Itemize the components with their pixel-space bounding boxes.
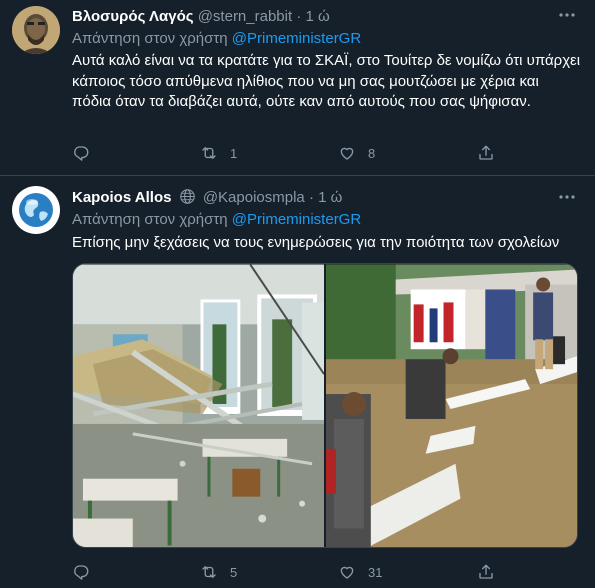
tweet-actions: 1 8 [72, 143, 512, 163]
reply-mention-link[interactable]: @PrimeministerGR [232, 211, 361, 228]
separator-dot: · [296, 8, 302, 25]
reply-icon [74, 146, 89, 161]
like-count: 31 [368, 564, 383, 580]
like-icon [340, 147, 354, 160]
globe-icon [12, 186, 60, 234]
tweet-text: Αυτά καλό είναι να τα κρατάτε για το ΣΚΑ… [72, 52, 581, 110]
user-handle[interactable]: @Kapoiosmpla [203, 189, 305, 206]
tweet-header: Kapoios Allos @Kapoiosmpla · 1 ώ [72, 188, 555, 208]
collapsed-classroom-ceiling-photo[interactable] [73, 264, 324, 548]
reply-mention-link[interactable]: @PrimeministerGR [232, 30, 361, 47]
share-button[interactable] [477, 562, 495, 582]
tweet[interactable]: Βλοσυρός Λαγός @stern_rabbit · 1 ώ Απάντ… [0, 0, 595, 176]
tweet-media [72, 263, 578, 548]
retweet-count: 5 [230, 564, 238, 580]
reply-context: Απάντηση στον χρήστη @PrimeministerGR [72, 210, 361, 230]
display-name[interactable]: Kapoios Allos [72, 189, 171, 206]
reply-button[interactable] [72, 143, 90, 163]
avatar[interactable] [12, 6, 60, 54]
reply-context: Απάντηση στον χρήστη @PrimeministerGR [72, 29, 361, 49]
globe-icon [179, 189, 195, 204]
retweet-button[interactable]: 1 [200, 143, 237, 163]
share-icon [479, 145, 493, 160]
retweet-button[interactable]: 5 [200, 562, 237, 582]
tweet-actions: 5 31 [72, 562, 512, 582]
reply-icon [74, 565, 89, 580]
share-icon [479, 564, 493, 579]
share-button[interactable] [477, 143, 495, 163]
display-name[interactable]: Βλοσυρός Λαγός [72, 8, 194, 25]
reply-prefix: Απάντηση στον χρήστη [72, 30, 228, 47]
flooded-schoolyard-photo[interactable] [326, 264, 577, 548]
like-icon [340, 566, 354, 579]
timestamp[interactable]: 1 ώ [306, 8, 330, 25]
like-button[interactable]: 31 [338, 562, 382, 582]
like-count: 8 [368, 145, 376, 161]
avatar-portrait-icon [12, 6, 60, 54]
retweet-icon [202, 566, 216, 578]
separator-dot: · [308, 189, 314, 206]
avatar[interactable] [12, 186, 60, 234]
like-button[interactable]: 8 [338, 143, 375, 163]
tweet[interactable]: Kapoios Allos @Kapoiosmpla · 1 ώ Απάντησ… [0, 176, 595, 588]
more-icon[interactable] [557, 6, 577, 26]
reply-prefix: Απάντηση στον χρήστη [72, 211, 228, 228]
timestamp[interactable]: 1 ώ [318, 189, 342, 206]
reply-button[interactable] [72, 562, 90, 582]
retweet-count: 1 [230, 145, 238, 161]
tweet-text: Επίσης μην ξεχάσεις να τους ενημερώσεις … [72, 234, 560, 251]
user-handle[interactable]: @stern_rabbit [198, 8, 292, 25]
tweet-header: Βλοσυρός Λαγός @stern_rabbit · 1 ώ [72, 7, 555, 27]
more-icon[interactable] [557, 188, 577, 208]
retweet-icon [202, 147, 216, 159]
